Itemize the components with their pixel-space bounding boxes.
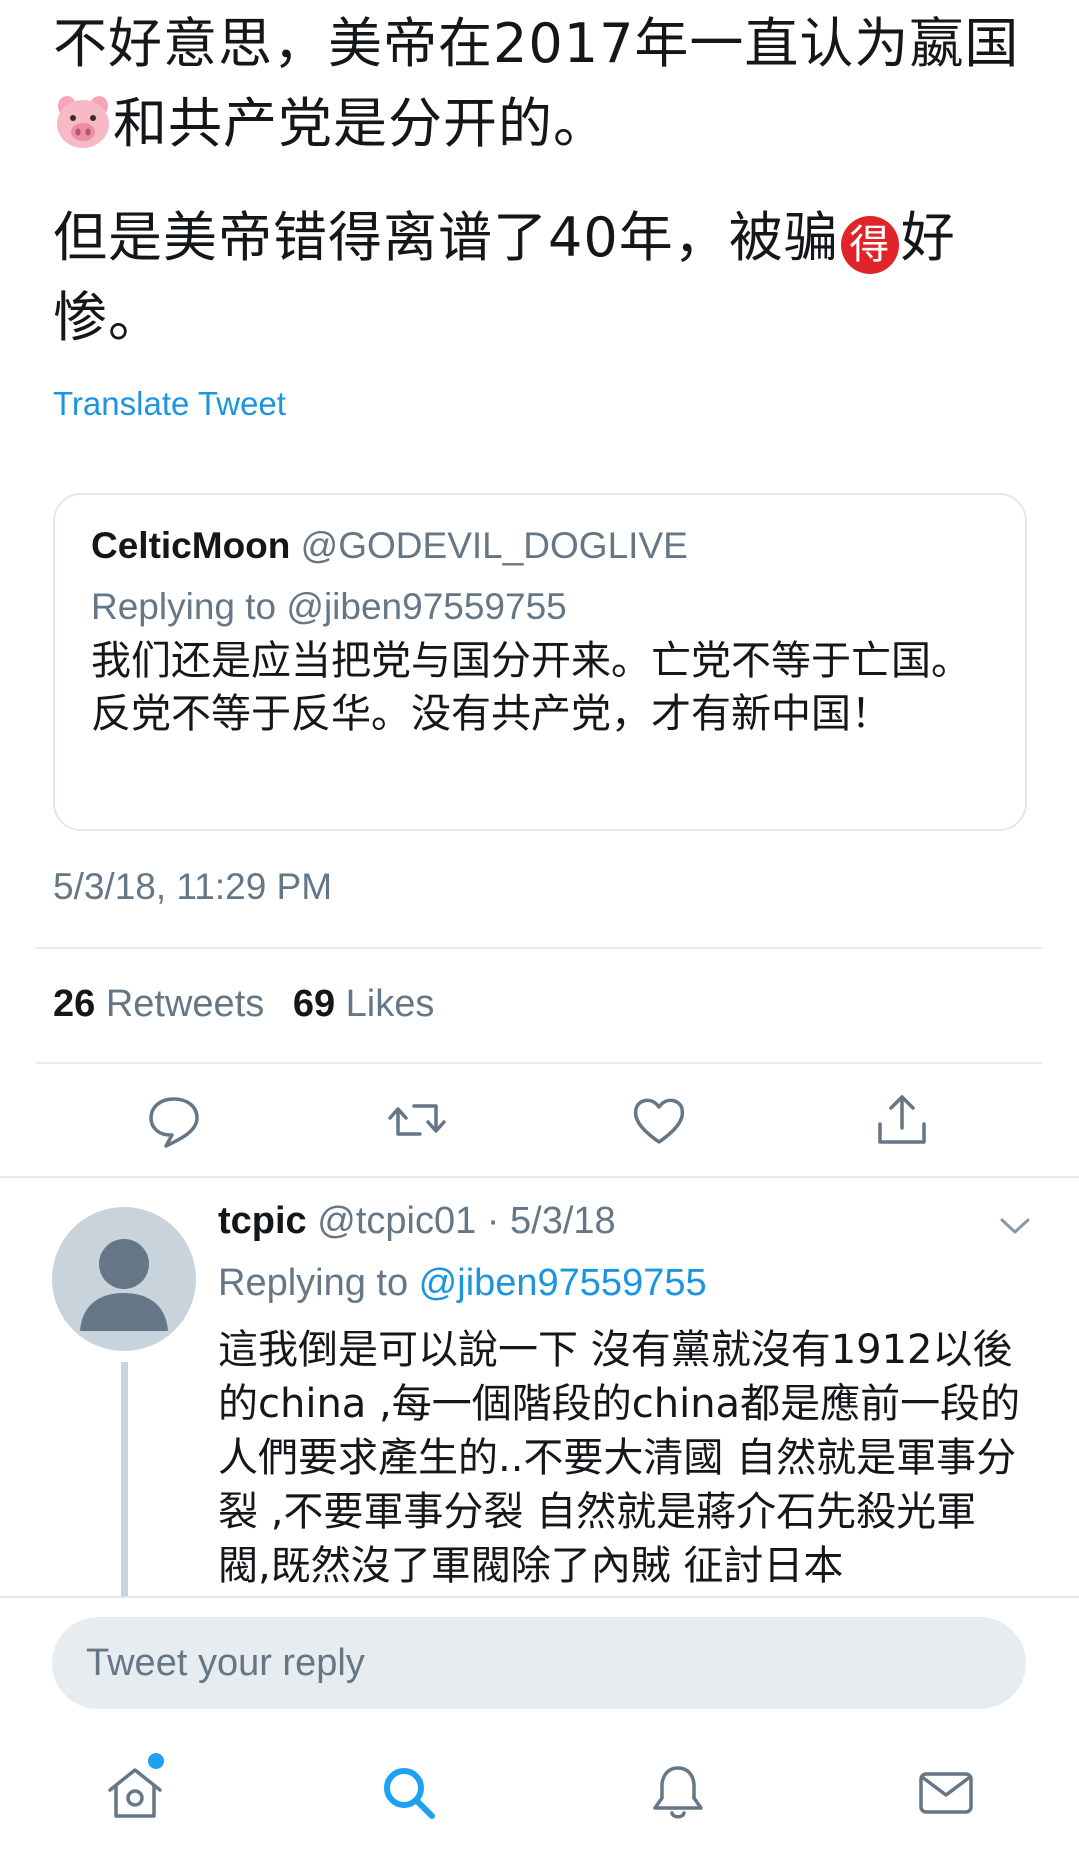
home-icon (108, 1768, 162, 1818)
reply-button[interactable] (144, 1090, 204, 1150)
likes-label[interactable]: Likes (346, 983, 435, 1025)
avatar[interactable] (52, 1207, 196, 1351)
notifications-icon (653, 1766, 703, 1819)
translate-tweet-link[interactable]: Translate Tweet (53, 385, 286, 423)
replying-prefix: Replying to (218, 1262, 419, 1304)
divider (36, 947, 1043, 949)
search-icon (384, 1768, 435, 1819)
divider (0, 1596, 1079, 1598)
tab-search[interactable] (376, 1760, 442, 1826)
reply-icon (149, 1097, 199, 1148)
quoted-author: CelticMoon @GODEVIL_DOGLIVE (91, 525, 688, 567)
tweet-stats: 26 Retweets 69 Likes (53, 983, 452, 1026)
tweet-text-para2-start: 但是美帝错得离谱了40年，被骗 (53, 206, 839, 269)
tweet-text-line1-tail: 和共产党是分开的。 (113, 92, 608, 155)
likes-count[interactable]: 69 (293, 983, 335, 1025)
quoted-author-handle: @GODEVIL_DOGLIVE (300, 525, 688, 566)
quoted-tweet-text: 我们还是应当把党与国分开来。亡党不等于亡国。反党不等于反华。没有共产党，才有新中… (91, 638, 971, 737)
reply-author: tcpic @tcpic01 · 5/3/18 (218, 1200, 616, 1243)
messages-icon (919, 1772, 973, 1814)
retweets-count[interactable]: 26 (53, 983, 95, 1025)
pig-face-emoji-icon (57, 96, 109, 148)
replying-handle-link[interactable]: @jiben97559755 (419, 1262, 707, 1304)
tweet-menu-button[interactable] (998, 1212, 1032, 1240)
tab-home[interactable] (102, 1760, 168, 1826)
quoted-replying-to: Replying to @jiben97559755 (91, 586, 567, 627)
like-icon (633, 1098, 685, 1144)
tweet-text-line1: 不好意思，美帝在2017年一直认为嬴国 (53, 12, 1020, 75)
share-button[interactable] (872, 1090, 932, 1150)
reply-tweet-text: 這我倒是可以說一下 沒有黨就沒有1912以後的china ,每一個階段的chin… (218, 1327, 1021, 1589)
new-content-indicator (148, 1753, 164, 1769)
chevron-down-icon (1000, 1218, 1030, 1234)
divider (36, 1062, 1043, 1064)
quoted-tweet-card[interactable]: CelticMoon @GODEVIL_DOGLIVE Replying to … (53, 493, 1027, 831)
thread-line (121, 1362, 128, 1596)
tab-messages[interactable] (913, 1760, 979, 1826)
tweet-text-paragraph-1: 不好意思，美帝在2017年一直认为嬴国 和共产党是分开的。 (53, 4, 1043, 164)
tab-notifications[interactable] (645, 1760, 711, 1826)
tweet-text-paragraph-2: 但是美帝错得离谱了40年，被骗得好惨。 (53, 198, 1043, 358)
like-button[interactable] (629, 1090, 689, 1150)
retweets-label[interactable]: Retweets (106, 983, 264, 1025)
retweet-icon (388, 1104, 446, 1136)
reply-input[interactable] (52, 1617, 1026, 1709)
share-icon (878, 1095, 926, 1144)
retweet-button[interactable] (387, 1090, 447, 1150)
reply-author-name[interactable]: tcpic (218, 1200, 307, 1242)
tweet-timestamp: 5/3/18, 11:29 PM (53, 866, 333, 907)
reply-handle-date: @tcpic01 · 5/3/18 (317, 1200, 616, 1242)
quoted-author-name: CelticMoon (91, 525, 291, 566)
reply-replying-to: Replying to @jiben97559755 (218, 1262, 707, 1305)
divider (0, 1176, 1079, 1178)
de-badge-emoji-icon: 得 (840, 216, 899, 274)
default-avatar-icon (80, 1239, 168, 1331)
